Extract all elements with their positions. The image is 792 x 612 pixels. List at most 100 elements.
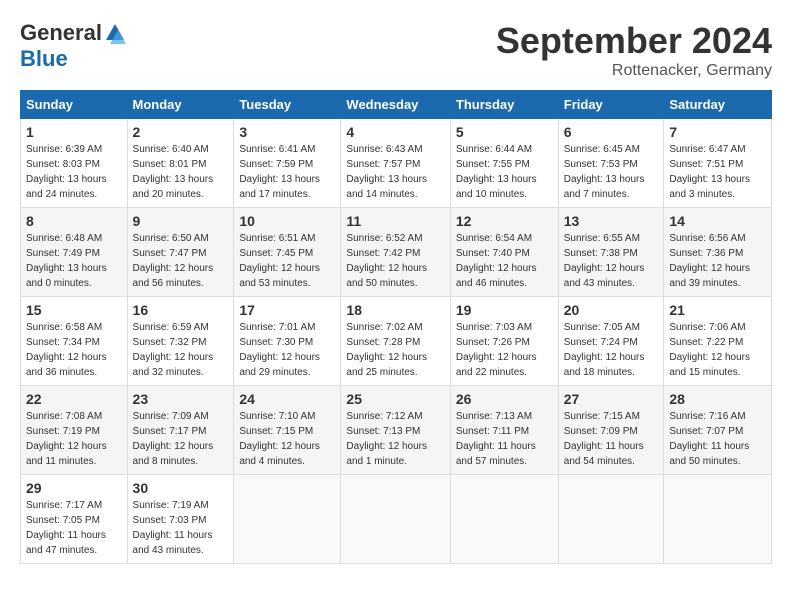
calendar-cell: 2 Sunrise: 6:40 AM Sunset: 8:01 PM Daylig… (127, 119, 234, 208)
calendar-week-2: 8Sunrise: 6:48 AM Sunset: 7:49 PM Daylig… (21, 208, 772, 297)
calendar-cell: 29 Sunrise: 7:17 AM Sunset: 7:05 PM Dayli… (21, 475, 128, 564)
calendar-cell: 15 Sunrise: 6:58 AM Sunset: 7:34 PM Dayli… (21, 297, 128, 386)
calendar-cell: 22 Sunrise: 7:08 AM Sunset: 7:19 PM Dayli… (21, 386, 128, 475)
calendar-cell: 20 Sunrise: 7:05 AM Sunset: 7:24 PM Dayli… (558, 297, 664, 386)
calendar-cell (341, 475, 450, 564)
calendar-cell: 28Sunrise: 7:16 AM Sunset: 7:07 PM Dayli… (664, 386, 772, 475)
day-number: 12 (456, 213, 553, 229)
calendar-cell: 18 Sunrise: 7:02 AM Sunset: 7:28 PM Dayli… (341, 297, 450, 386)
day-info: Sunrise: 6:54 AM Sunset: 7:40 PM Dayligh… (456, 231, 553, 291)
day-number: 23 (133, 391, 229, 407)
day-number: 13 (564, 213, 659, 229)
day-info: Sunrise: 6:41 AM Sunset: 7:59 PM Dayligh… (239, 142, 335, 202)
header-saturday: Saturday (664, 91, 772, 119)
day-info: Sunrise: 7:12 AM Sunset: 7:13 PM Dayligh… (346, 409, 444, 469)
title-block: September 2024 Rottenacker, Germany (496, 20, 772, 80)
calendar-cell: 27Sunrise: 7:15 AM Sunset: 7:09 PM Dayli… (558, 386, 664, 475)
day-number: 26 (456, 391, 553, 407)
day-number: 4 (346, 124, 444, 140)
day-info: Sunrise: 6:56 AM Sunset: 7:36 PM Dayligh… (669, 231, 766, 291)
calendar-week-3: 15 Sunrise: 6:58 AM Sunset: 7:34 PM Dayli… (21, 297, 772, 386)
calendar-week-5: 29 Sunrise: 7:17 AM Sunset: 7:05 PM Dayli… (21, 475, 772, 564)
logo-general-text: General (20, 20, 102, 46)
day-info: Sunrise: 7:02 AM Sunset: 7:28 PM Dayligh… (346, 320, 444, 380)
day-info: Sunrise: 6:45 AM Sunset: 7:53 PM Dayligh… (564, 142, 659, 202)
header-sunday: Sunday (21, 91, 128, 119)
day-number: 2 (133, 124, 229, 140)
calendar-header-row: Sunday Monday Tuesday Wednesday Thursday… (21, 91, 772, 119)
calendar-cell: 5 Sunrise: 6:44 AM Sunset: 7:55 PM Daylig… (450, 119, 558, 208)
logo: General Blue (20, 20, 126, 72)
header-tuesday: Tuesday (234, 91, 341, 119)
day-number: 9 (133, 213, 229, 229)
calendar-cell: 14Sunrise: 6:56 AM Sunset: 7:36 PM Dayli… (664, 208, 772, 297)
day-info: Sunrise: 6:59 AM Sunset: 7:32 PM Dayligh… (133, 320, 229, 380)
calendar-cell: 30Sunrise: 7:19 AM Sunset: 7:03 PM Dayli… (127, 475, 234, 564)
day-info: Sunrise: 7:19 AM Sunset: 7:03 PM Dayligh… (133, 498, 229, 558)
calendar-cell: 4 Sunrise: 6:43 AM Sunset: 7:57 PM Daylig… (341, 119, 450, 208)
day-info: Sunrise: 7:13 AM Sunset: 7:11 PM Dayligh… (456, 409, 553, 469)
day-number: 27 (564, 391, 659, 407)
logo-blue-text: Blue (20, 46, 68, 72)
day-number: 19 (456, 302, 553, 318)
day-info: Sunrise: 7:16 AM Sunset: 7:07 PM Dayligh… (669, 409, 766, 469)
day-info: Sunrise: 6:51 AM Sunset: 7:45 PM Dayligh… (239, 231, 335, 291)
header-thursday: Thursday (450, 91, 558, 119)
header-wednesday: Wednesday (341, 91, 450, 119)
day-info: Sunrise: 6:43 AM Sunset: 7:57 PM Dayligh… (346, 142, 444, 202)
day-number: 5 (456, 124, 553, 140)
calendar-cell: 11Sunrise: 6:52 AM Sunset: 7:42 PM Dayli… (341, 208, 450, 297)
calendar-cell: 26 Sunrise: 7:13 AM Sunset: 7:11 PM Dayli… (450, 386, 558, 475)
calendar-cell: 9Sunrise: 6:50 AM Sunset: 7:47 PM Daylig… (127, 208, 234, 297)
day-info: Sunrise: 6:58 AM Sunset: 7:34 PM Dayligh… (26, 320, 122, 380)
day-number: 15 (26, 302, 122, 318)
day-number: 3 (239, 124, 335, 140)
day-number: 24 (239, 391, 335, 407)
calendar-cell: 13 Sunrise: 6:55 AM Sunset: 7:38 PM Dayli… (558, 208, 664, 297)
header-monday: Monday (127, 91, 234, 119)
day-info: Sunrise: 7:17 AM Sunset: 7:05 PM Dayligh… (26, 498, 122, 558)
day-number: 10 (239, 213, 335, 229)
day-number: 7 (669, 124, 766, 140)
calendar-cell: 16 Sunrise: 6:59 AM Sunset: 7:32 PM Dayli… (127, 297, 234, 386)
day-info: Sunrise: 7:03 AM Sunset: 7:26 PM Dayligh… (456, 320, 553, 380)
calendar-cell: 10 Sunrise: 6:51 AM Sunset: 7:45 PM Dayli… (234, 208, 341, 297)
calendar-cell: 12 Sunrise: 6:54 AM Sunset: 7:40 PM Dayli… (450, 208, 558, 297)
day-number: 6 (564, 124, 659, 140)
calendar-cell: 21 Sunrise: 7:06 AM Sunset: 7:22 PM Dayli… (664, 297, 772, 386)
calendar-cell: 8Sunrise: 6:48 AM Sunset: 7:49 PM Daylig… (21, 208, 128, 297)
calendar-cell (664, 475, 772, 564)
calendar-cell: 25 Sunrise: 7:12 AM Sunset: 7:13 PM Dayli… (341, 386, 450, 475)
day-info: Sunrise: 6:40 AM Sunset: 8:01 PM Dayligh… (133, 142, 229, 202)
header-friday: Friday (558, 91, 664, 119)
day-number: 21 (669, 302, 766, 318)
calendar-week-4: 22 Sunrise: 7:08 AM Sunset: 7:19 PM Dayli… (21, 386, 772, 475)
calendar-cell (450, 475, 558, 564)
calendar-cell: 24Sunrise: 7:10 AM Sunset: 7:15 PM Dayli… (234, 386, 341, 475)
day-number: 20 (564, 302, 659, 318)
calendar-cell: 7 Sunrise: 6:47 AM Sunset: 7:51 PM Daylig… (664, 119, 772, 208)
day-number: 25 (346, 391, 444, 407)
day-info: Sunrise: 6:47 AM Sunset: 7:51 PM Dayligh… (669, 142, 766, 202)
calendar-cell: 6 Sunrise: 6:45 AM Sunset: 7:53 PM Daylig… (558, 119, 664, 208)
day-info: Sunrise: 6:55 AM Sunset: 7:38 PM Dayligh… (564, 231, 659, 291)
calendar-cell: 23Sunrise: 7:09 AM Sunset: 7:17 PM Dayli… (127, 386, 234, 475)
calendar-week-1: 1 Sunrise: 6:39 AM Sunset: 8:03 PM Daylig… (21, 119, 772, 208)
day-number: 8 (26, 213, 122, 229)
calendar-cell: 1 Sunrise: 6:39 AM Sunset: 8:03 PM Daylig… (21, 119, 128, 208)
calendar-table: Sunday Monday Tuesday Wednesday Thursday… (20, 90, 772, 564)
day-info: Sunrise: 7:08 AM Sunset: 7:19 PM Dayligh… (26, 409, 122, 469)
day-number: 18 (346, 302, 444, 318)
page-header: General Blue September 2024 Rottenacker,… (20, 20, 772, 80)
month-title: September 2024 (496, 20, 772, 62)
day-number: 16 (133, 302, 229, 318)
day-info: Sunrise: 6:39 AM Sunset: 8:03 PM Dayligh… (26, 142, 122, 202)
day-number: 22 (26, 391, 122, 407)
day-info: Sunrise: 7:05 AM Sunset: 7:24 PM Dayligh… (564, 320, 659, 380)
day-number: 29 (26, 480, 122, 496)
day-info: Sunrise: 6:44 AM Sunset: 7:55 PM Dayligh… (456, 142, 553, 202)
day-number: 1 (26, 124, 122, 140)
day-info: Sunrise: 6:52 AM Sunset: 7:42 PM Dayligh… (346, 231, 444, 291)
calendar-cell (234, 475, 341, 564)
day-info: Sunrise: 7:06 AM Sunset: 7:22 PM Dayligh… (669, 320, 766, 380)
